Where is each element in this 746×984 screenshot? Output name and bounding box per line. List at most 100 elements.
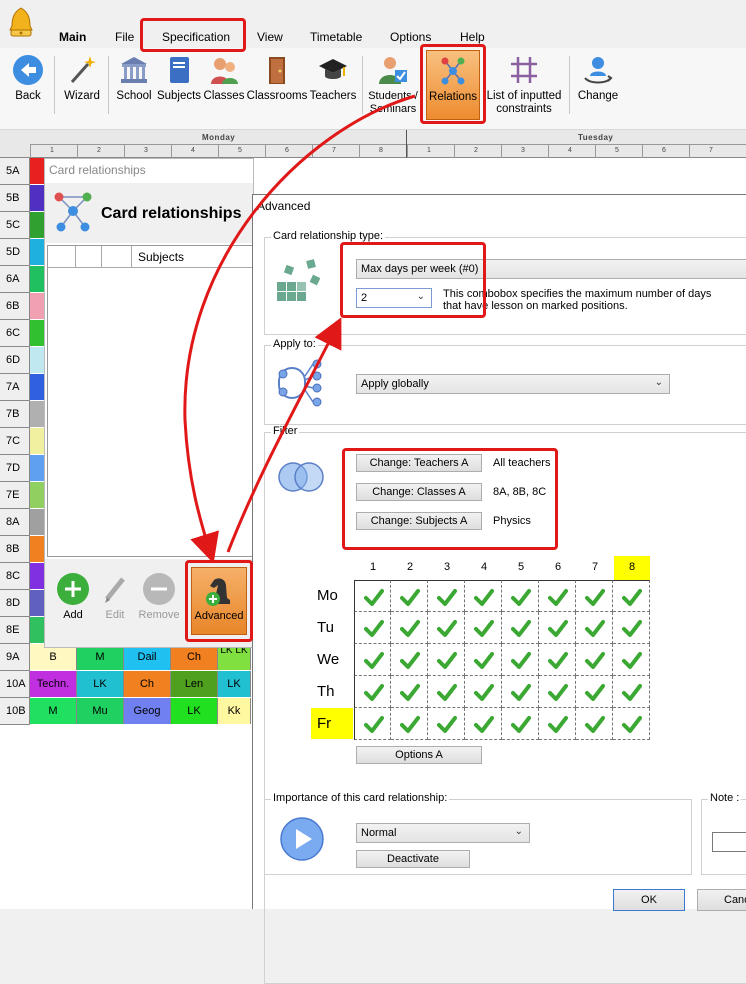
lesson-card[interactable]: Mu: [77, 698, 124, 724]
class-row-label[interactable]: 8C: [0, 563, 30, 590]
days-count-combobox[interactable]: 2 ⌄: [356, 288, 432, 308]
app-logo[interactable]: [6, 6, 36, 38]
class-row-label[interactable]: 6B: [0, 293, 30, 320]
change-classes-button[interactable]: Change: Classes A: [356, 483, 482, 501]
deactivate-button[interactable]: Deactivate: [356, 850, 470, 868]
lesson-card[interactable]: Kk: [218, 698, 251, 724]
change-teachers-button[interactable]: Change: Teachers A: [356, 454, 482, 472]
grid-cell[interactable]: [428, 580, 465, 612]
class-row-label[interactable]: 8A: [0, 509, 30, 536]
grid-cell[interactable]: [613, 644, 650, 676]
grid-cell[interactable]: [576, 708, 613, 740]
grid-cell[interactable]: [428, 612, 465, 644]
remove-button[interactable]: Remove: [137, 573, 181, 621]
grid-cell[interactable]: [576, 676, 613, 708]
class-row-label[interactable]: 8E: [0, 617, 30, 644]
grid-cell[interactable]: [576, 580, 613, 612]
grid-cell[interactable]: [539, 580, 576, 612]
edit-button[interactable]: Edit: [95, 573, 135, 621]
advanced-button[interactable]: Advanced: [191, 567, 247, 635]
grid-row-header[interactable]: Mo: [311, 580, 353, 611]
teachers-button[interactable]: Teachers: [309, 54, 357, 103]
subjects-button[interactable]: Subjects: [156, 54, 202, 103]
grid-cell[interactable]: [465, 708, 502, 740]
class-row-label[interactable]: 6C: [0, 320, 30, 347]
grid-cell[interactable]: [391, 580, 428, 612]
students-seminars-button[interactable]: Students / Seminars: [368, 54, 418, 116]
subjects-column-header[interactable]: Subjects: [138, 250, 184, 264]
grid-cell[interactable]: [428, 708, 465, 740]
grid-cell[interactable]: [576, 612, 613, 644]
grid-cell[interactable]: [391, 708, 428, 740]
class-row-label[interactable]: 9A: [0, 644, 30, 671]
class-row-label[interactable]: 6A: [0, 266, 30, 293]
class-row-label[interactable]: 8D: [0, 590, 30, 617]
class-row-label[interactable]: 10A: [0, 671, 30, 698]
class-row-label[interactable]: 7A: [0, 374, 30, 401]
grid-cell[interactable]: [502, 676, 539, 708]
grid-cell[interactable]: [539, 644, 576, 676]
grid-column-header[interactable]: 7: [577, 556, 613, 580]
class-row-label[interactable]: 10B: [0, 698, 30, 725]
grid-cell[interactable]: [613, 580, 650, 612]
menu-timetable[interactable]: Timetable: [310, 30, 362, 44]
class-row-label[interactable]: 5D: [0, 239, 30, 266]
add-button[interactable]: Add: [53, 573, 93, 621]
school-button[interactable]: School: [114, 54, 154, 103]
grid-cell[interactable]: [465, 644, 502, 676]
lesson-card[interactable]: M: [30, 698, 77, 724]
list-column-header[interactable]: [48, 246, 76, 268]
grid-cell[interactable]: [354, 580, 391, 612]
menu-main[interactable]: Main: [59, 30, 86, 44]
lesson-card[interactable]: Techn.: [30, 671, 77, 697]
grid-cell[interactable]: [539, 612, 576, 644]
grid-cell[interactable]: [465, 676, 502, 708]
grid-cell[interactable]: [613, 612, 650, 644]
grid-column-header[interactable]: 4: [466, 556, 502, 580]
grid-cell[interactable]: [502, 580, 539, 612]
relations-button[interactable]: Relations: [426, 50, 480, 120]
lesson-card[interactable]: LK: [218, 671, 251, 697]
grid-cell[interactable]: [354, 644, 391, 676]
list-column-header[interactable]: [102, 246, 132, 268]
grid-cell[interactable]: [539, 708, 576, 740]
grid-cell[interactable]: [465, 612, 502, 644]
change-button[interactable]: Change: [575, 54, 621, 103]
menu-options[interactable]: Options: [390, 30, 431, 44]
class-row-label[interactable]: 5B: [0, 185, 30, 212]
ok-button[interactable]: OK: [613, 889, 685, 911]
relationships-list[interactable]: Subjects: [47, 245, 253, 557]
grid-column-header[interactable]: 6: [540, 556, 576, 580]
lesson-card[interactable]: Len: [171, 671, 218, 697]
grid-cell[interactable]: [391, 644, 428, 676]
grid-cell[interactable]: [391, 612, 428, 644]
grid-cell[interactable]: [502, 644, 539, 676]
grid-row-header[interactable]: Fr: [311, 708, 353, 739]
grid-cell[interactable]: [465, 580, 502, 612]
grid-cell[interactable]: [391, 676, 428, 708]
grid-column-header[interactable]: 8: [614, 556, 650, 580]
grid-cell[interactable]: [354, 708, 391, 740]
importance-combobox[interactable]: Normal ⌄: [356, 823, 530, 843]
relationship-type-combobox[interactable]: Max days per week (#0): [356, 259, 746, 279]
lesson-card[interactable]: Ch: [124, 671, 171, 697]
change-subjects-button[interactable]: Change: Subjects A: [356, 512, 482, 530]
grid-cell[interactable]: [613, 676, 650, 708]
grid-column-header[interactable]: 3: [429, 556, 465, 580]
grid-column-header[interactable]: 5: [503, 556, 539, 580]
grid-cell[interactable]: [428, 644, 465, 676]
class-row-label[interactable]: 6D: [0, 347, 30, 374]
menu-view[interactable]: View: [257, 30, 283, 44]
note-input[interactable]: [712, 832, 746, 852]
grid-cell[interactable]: [354, 612, 391, 644]
lesson-card[interactable]: LK: [77, 671, 124, 697]
options-button[interactable]: Options A: [356, 746, 482, 764]
class-row-label[interactable]: 7B: [0, 401, 30, 428]
grid-cell[interactable]: [428, 676, 465, 708]
lesson-card[interactable]: LK: [171, 698, 218, 724]
grid-row-header[interactable]: Tu: [311, 612, 353, 643]
grid-row-header[interactable]: We: [311, 644, 353, 675]
menu-help[interactable]: Help: [460, 30, 485, 44]
wizard-button[interactable]: Wizard: [60, 54, 104, 103]
grid-column-header[interactable]: 2: [392, 556, 428, 580]
